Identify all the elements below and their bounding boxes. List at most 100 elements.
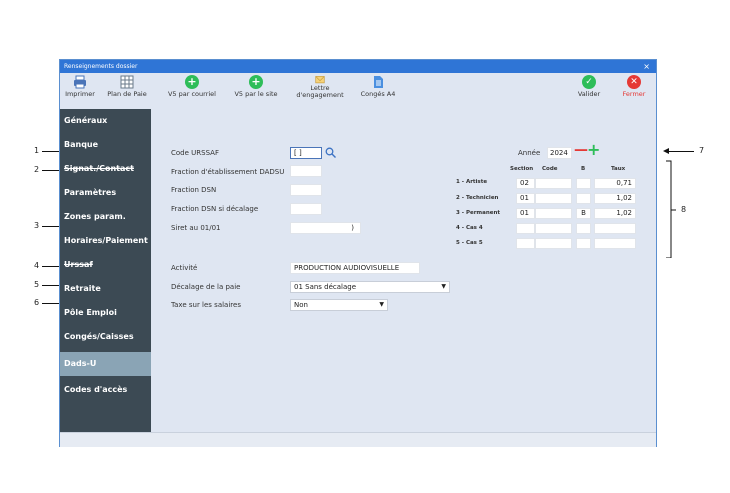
decalage-paie-label: Décalage de la paie xyxy=(171,283,241,291)
taux-cell[interactable]: 0,71 xyxy=(594,178,636,189)
plan-de-paie-label: Plan de Paie xyxy=(107,90,147,98)
row-label-cas-4: 4 - Cas 4 xyxy=(456,225,483,231)
activite-input[interactable]: PRODUCTION AUDIOVISUELLE xyxy=(290,262,420,274)
code-cell[interactable] xyxy=(535,178,572,189)
sidebar-item-urssaf[interactable]: Urssaf xyxy=(60,253,151,276)
callout-6: 6 xyxy=(34,298,40,307)
taxe-salaires-select[interactable]: Non ▼ xyxy=(290,299,388,311)
section-cell[interactable] xyxy=(516,238,535,249)
engagement-label: d'engagement xyxy=(296,91,344,99)
fermer-button[interactable]: ✕ Fermer xyxy=(617,75,651,107)
row-label-technicien: 2 - Technicien xyxy=(456,195,499,201)
add-circle-icon: + xyxy=(249,75,263,89)
callout-8: 8 xyxy=(681,205,687,214)
sidebar-item-label: Horaires/Paiement xyxy=(64,236,148,245)
grid-icon xyxy=(120,75,134,89)
sidebar-item-label: Retraite xyxy=(64,284,101,293)
sidebar-item-horaires-paiement[interactable]: Horaires/Paiement xyxy=(60,229,151,252)
sidebar-item-label: Signat./Contact xyxy=(64,164,134,173)
plan-de-paie-button[interactable]: Plan de Paie xyxy=(104,75,150,107)
fraction-etablissement-input[interactable] xyxy=(290,165,322,177)
callout-2: 2 xyxy=(34,165,40,174)
minus-icon[interactable]: — xyxy=(574,142,588,158)
sidebar-item-dads-u[interactable]: Dads-U xyxy=(60,352,151,376)
sidebar-item-codes-acces[interactable]: Codes d'accès xyxy=(60,378,151,401)
taux-cell[interactable] xyxy=(594,238,636,249)
content-panel: Code URSSAF [ ] Fraction d'établissement… xyxy=(151,109,656,432)
taux-cell[interactable] xyxy=(594,223,636,234)
document-icon xyxy=(374,76,383,88)
sidebar-item-label: Pôle Emploi xyxy=(64,308,117,317)
b-cell[interactable] xyxy=(576,223,591,234)
decalage-paie-select[interactable]: 01 Sans décalage ▼ xyxy=(290,281,450,293)
b-cell[interactable] xyxy=(576,178,591,189)
taxe-salaires-label: Taxe sur les salaires xyxy=(171,301,241,309)
conges-a4-label: Congés A4 xyxy=(360,90,396,98)
code-cell[interactable] xyxy=(535,193,572,204)
taux-cell[interactable]: 1,02 xyxy=(594,208,636,219)
row-label-permanent: 3 - Permanent xyxy=(456,210,501,216)
code-cell[interactable] xyxy=(535,238,572,249)
fermer-label: Fermer xyxy=(622,90,646,98)
v5-courriel-label: V5 par courriel xyxy=(167,90,216,98)
code-urssaf-input[interactable]: [ ] xyxy=(290,147,322,159)
annee-input[interactable]: 2024 xyxy=(547,147,572,159)
chevron-down-icon: ▼ xyxy=(379,301,384,308)
activite-label: Activité xyxy=(171,264,198,272)
decalage-paie-value: 01 Sans décalage xyxy=(294,283,357,291)
siret-input[interactable]: ) xyxy=(290,222,361,234)
add-circle-icon: + xyxy=(185,75,199,89)
fraction-dsn-input[interactable] xyxy=(290,184,322,196)
sidebar-item-generaux[interactable]: Généraux xyxy=(60,109,151,132)
sidebar-item-pole-emploi[interactable]: Pôle Emploi xyxy=(60,301,151,324)
callout-1: 1 xyxy=(34,146,40,155)
section-cell[interactable] xyxy=(516,223,535,234)
section-cell[interactable]: 01 xyxy=(516,208,535,219)
annee-label: Année xyxy=(518,149,541,157)
sidebar-item-label: Zones param. xyxy=(64,212,126,221)
fraction-dsn-decalage-input[interactable] xyxy=(290,203,322,215)
callout-8-brace xyxy=(666,160,676,258)
print-label: Imprimer xyxy=(65,90,95,98)
v5-courriel-button[interactable]: + V5 par courriel xyxy=(163,75,221,107)
title-bar: Renseignements dossier × xyxy=(60,60,656,73)
print-button[interactable]: Imprimer xyxy=(62,75,98,107)
b-cell[interactable]: B xyxy=(576,208,591,219)
section-cell[interactable]: 02 xyxy=(516,178,535,189)
sidebar-item-label: Codes d'accès xyxy=(64,385,128,394)
section-cell[interactable]: 01 xyxy=(516,193,535,204)
toolbar: Imprimer Plan de Paie + V5 par courriel … xyxy=(60,73,656,109)
sidebar-item-label: Paramètres xyxy=(64,188,117,197)
valider-button[interactable]: ✓ Valider xyxy=(573,75,605,107)
close-circle-icon: ✕ xyxy=(627,75,641,89)
fraction-etablissement-label: Fraction d'établissement DADSU xyxy=(171,168,285,176)
sidebar-item-label: Dads-U xyxy=(64,359,97,368)
sidebar-item-zones-param[interactable]: Zones param. xyxy=(60,205,151,228)
code-cell[interactable] xyxy=(535,208,572,219)
taxe-salaires-value: Non xyxy=(294,301,308,309)
code-urssaf-label: Code URSSAF xyxy=(171,149,219,157)
b-cell[interactable] xyxy=(576,238,591,249)
sidebar-item-retraite[interactable]: Retraite xyxy=(60,277,151,300)
sidebar-item-conges-caisses[interactable]: Congés/Caisses xyxy=(60,325,151,348)
code-cell[interactable] xyxy=(535,223,572,234)
lettre-engagement-button[interactable]: Lettre d'engagement xyxy=(289,75,351,107)
check-circle-icon: ✓ xyxy=(582,75,596,89)
fraction-dsn-decalage-label: Fraction DSN si décalage xyxy=(171,205,259,213)
b-cell[interactable] xyxy=(576,193,591,204)
header-b: B xyxy=(581,166,586,172)
callout-7-line xyxy=(669,151,694,152)
window-close-icon[interactable]: × xyxy=(643,60,650,73)
search-icon[interactable] xyxy=(325,147,336,158)
plus-icon[interactable]: + xyxy=(587,140,600,159)
sidebar-item-parametres[interactable]: Paramètres xyxy=(60,181,151,204)
taux-cell[interactable]: 1,02 xyxy=(594,193,636,204)
sidebar-item-banque[interactable]: Banque xyxy=(60,133,151,156)
sidebar-item-signat-contact[interactable]: Signat./Contact xyxy=(60,157,151,180)
callout-7: 7 xyxy=(699,146,705,155)
printer-icon xyxy=(74,75,86,89)
status-bar xyxy=(60,432,656,447)
conges-a4-button[interactable]: Congés A4 xyxy=(356,75,400,107)
row-label-cas-5: 5 - Cas 5 xyxy=(456,240,483,246)
v5-site-button[interactable]: + V5 par le site xyxy=(228,75,284,107)
